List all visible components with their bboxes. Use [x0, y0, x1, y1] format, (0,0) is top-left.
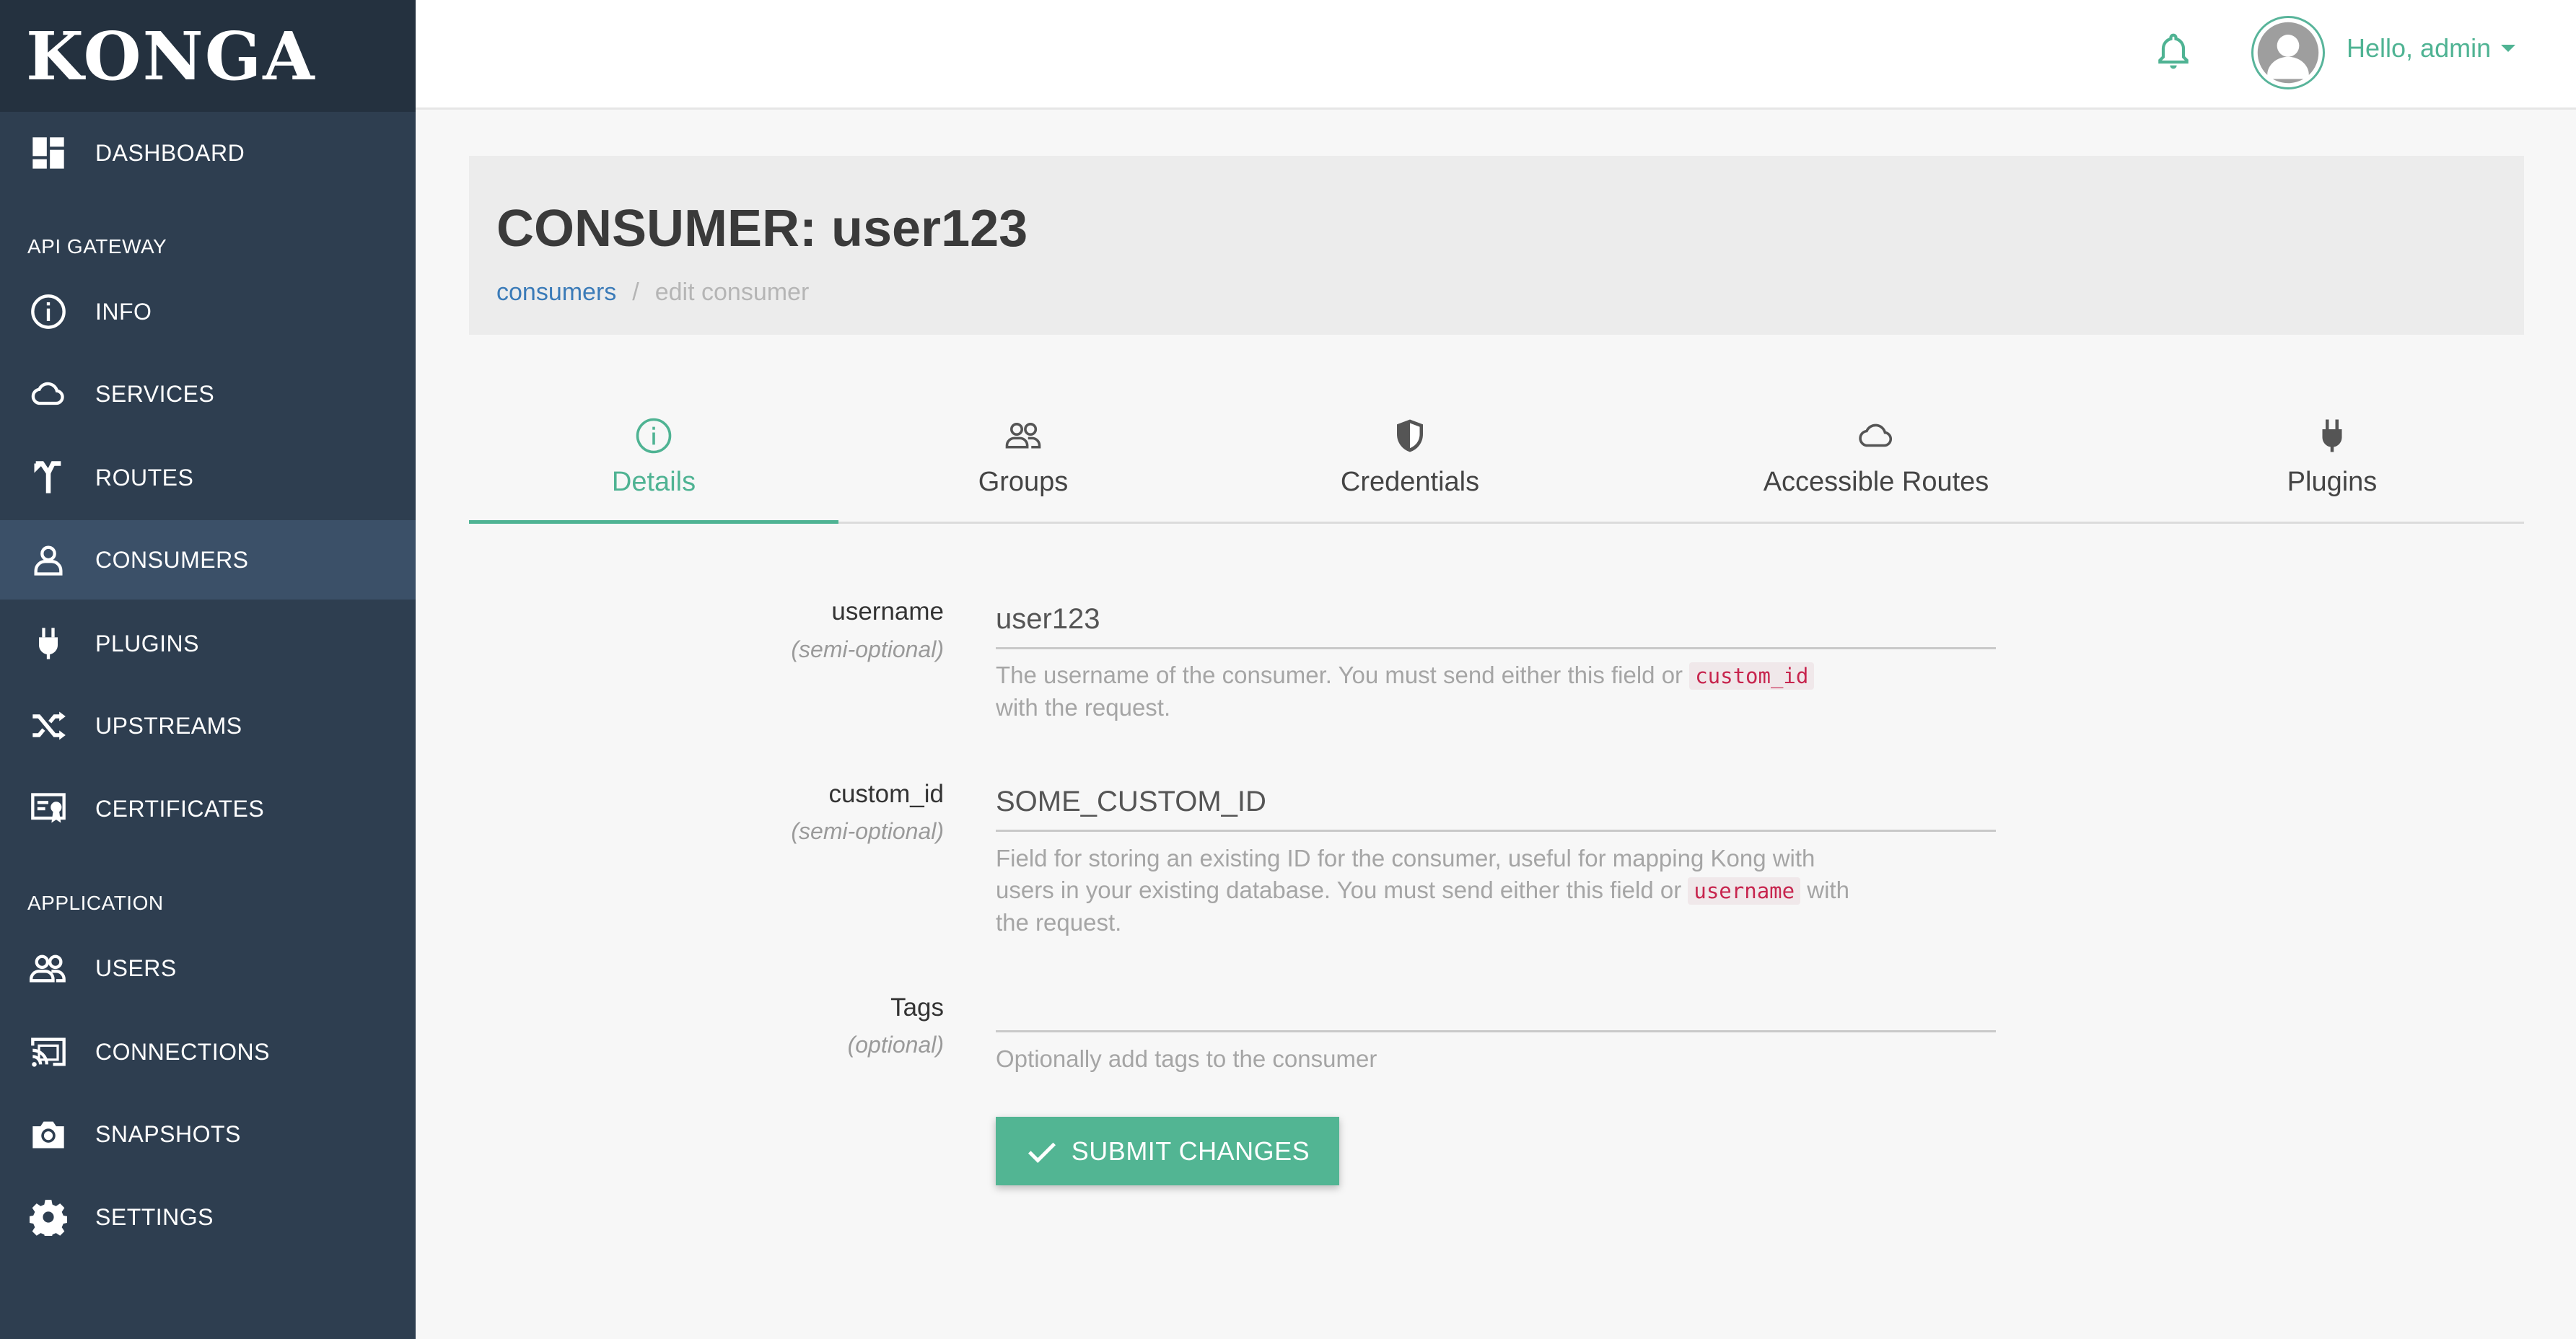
user-menu[interactable]: Hello, admin: [2347, 33, 2516, 63]
tab-credentials[interactable]: Credentials: [1208, 400, 1612, 524]
routes-icon: [27, 457, 69, 499]
section-application: APPLICATION: [27, 892, 164, 914]
tab-groups[interactable]: Groups: [838, 400, 1208, 524]
tab-label: Accessible Routes: [1763, 467, 1989, 497]
cloud-icon: [27, 373, 69, 415]
brand-logo[interactable]: KONGA: [0, 0, 416, 112]
users-icon: [27, 947, 69, 989]
dashboard-icon: [27, 132, 69, 174]
tags-help: Optionally add tags to the consumer: [996, 1045, 1377, 1072]
sidebar-item-label: ROUTES: [95, 464, 194, 491]
tags-field[interactable]: [996, 986, 1996, 1032]
user-greeting: Hello, admin: [2347, 33, 2492, 63]
breadcrumb-separator: /: [632, 278, 639, 306]
page-header: CONSUMER: user123 consumers / edit consu…: [469, 156, 2524, 335]
sidebar-item-label: DASHBOARD: [95, 139, 245, 166]
sidebar-item-users[interactable]: USERS: [0, 928, 416, 1008]
sidebar-item-dashboard[interactable]: DASHBOARD: [0, 113, 416, 193]
users-icon: [1002, 415, 1044, 457]
username-label: username: [831, 597, 944, 625]
tab-label: Plugins: [2287, 467, 2378, 497]
custom-id-help-line3: the request.: [996, 909, 1122, 936]
custom-id-label: custom_id: [828, 780, 944, 808]
sidebar-item-label: CONNECTIONS: [95, 1038, 270, 1065]
sidebar-item-snapshots[interactable]: SNAPSHOTS: [0, 1094, 416, 1174]
cast-icon: [27, 1031, 69, 1073]
tab-plugins[interactable]: Plugins: [2140, 400, 2524, 524]
sidebar-item-label: PLUGINS: [95, 630, 199, 657]
tab-label: Credentials: [1340, 467, 1480, 497]
breadcrumb: consumers / edit consumer: [496, 278, 809, 307]
submit-changes-button[interactable]: SUBMIT CHANGES: [996, 1117, 1339, 1185]
check-icon: [1028, 1142, 1056, 1163]
breadcrumb-current: edit consumer: [654, 278, 810, 306]
username-help: The username of the consumer. You must s…: [996, 659, 2006, 724]
section-api-gateway: API GATEWAY: [27, 235, 167, 258]
info-icon: [27, 291, 69, 333]
user-icon: [27, 539, 69, 581]
custom-id-value: SOME_CUSTOM_ID: [996, 786, 1266, 817]
sidebar-item-info[interactable]: INFO: [0, 272, 416, 351]
username-help-code: custom_id: [1689, 662, 1815, 690]
consumer-tabs: Details Groups Credentials Accessible Ro…: [469, 400, 2524, 524]
brand-text: KONGA: [26, 17, 316, 95]
username-help-text-after: with the request.: [996, 694, 1171, 721]
custom-id-help: Field for storing an existing ID for the…: [996, 843, 2006, 939]
plug-icon: [2311, 415, 2353, 457]
bell-icon[interactable]: [2153, 30, 2194, 74]
custom-id-help-code: username: [1688, 877, 1801, 905]
camera-icon: [27, 1113, 69, 1155]
shuffle-icon: [27, 705, 69, 747]
chevron-down-icon: [2501, 45, 2516, 52]
sidebar-item-label: USERS: [95, 954, 177, 981]
plug-icon: [27, 623, 69, 664]
submit-label: SUBMIT CHANGES: [1071, 1136, 1310, 1166]
tab-accessible-routes[interactable]: Accessible Routes: [1612, 400, 2140, 524]
sidebar-item-label: UPSTREAMS: [95, 712, 242, 739]
sidebar-item-label: SNAPSHOTS: [95, 1120, 241, 1147]
tab-label: Groups: [978, 467, 1069, 497]
username-value: user123: [996, 603, 1100, 635]
sidebar-item-label: SETTINGS: [95, 1203, 214, 1230]
tags-label: Tags: [890, 993, 944, 1022]
sidebar-item-label: CONSUMERS: [95, 546, 249, 573]
custom-id-help-line2-after: with: [1807, 877, 1849, 903]
certificate-icon: [27, 788, 69, 830]
tags-qualifier: (optional): [847, 1032, 944, 1058]
sidebar-item-routes[interactable]: ROUTES: [0, 438, 416, 517]
custom-id-field[interactable]: SOME_CUSTOM_ID: [996, 786, 1996, 832]
avatar[interactable]: [2251, 16, 2325, 89]
gear-icon: [27, 1196, 69, 1238]
custom-id-help-line1: Field for storing an existing ID for the…: [996, 845, 1815, 872]
sidebar-item-label: INFO: [95, 298, 152, 325]
username-qualifier: (semi-optional): [791, 636, 944, 662]
cloud-icon: [1855, 415, 1897, 457]
sidebar-item-consumers[interactable]: CONSUMERS: [0, 520, 416, 600]
username-field[interactable]: user123: [996, 603, 1996, 649]
sidebar: KONGA DASHBOARD API GATEWAY INFO SERVICE…: [0, 0, 416, 1339]
sidebar-item-label: CERTIFICATES: [95, 795, 265, 822]
custom-id-qualifier: (semi-optional): [791, 818, 944, 844]
breadcrumb-consumers-link[interactable]: consumers: [496, 278, 616, 307]
sidebar-item-upstreams[interactable]: UPSTREAMS: [0, 686, 416, 765]
username-help-text: The username of the consumer. You must s…: [996, 662, 1683, 688]
sidebar-item-settings[interactable]: SETTINGS: [0, 1177, 416, 1257]
sidebar-item-label: SERVICES: [95, 380, 215, 407]
custom-id-help-line2: users in your existing database. You mus…: [996, 877, 1682, 903]
tab-label: Details: [611, 467, 696, 497]
tab-details[interactable]: Details: [469, 400, 838, 524]
sidebar-item-connections[interactable]: CONNECTIONS: [0, 1012, 416, 1092]
sidebar-item-certificates[interactable]: CERTIFICATES: [0, 769, 416, 848]
page-title: CONSUMER: user123: [496, 200, 1028, 258]
shield-icon: [1389, 415, 1431, 457]
sidebar-item-services[interactable]: SERVICES: [0, 354, 416, 434]
info-icon: [633, 415, 675, 457]
sidebar-item-plugins[interactable]: PLUGINS: [0, 604, 416, 683]
